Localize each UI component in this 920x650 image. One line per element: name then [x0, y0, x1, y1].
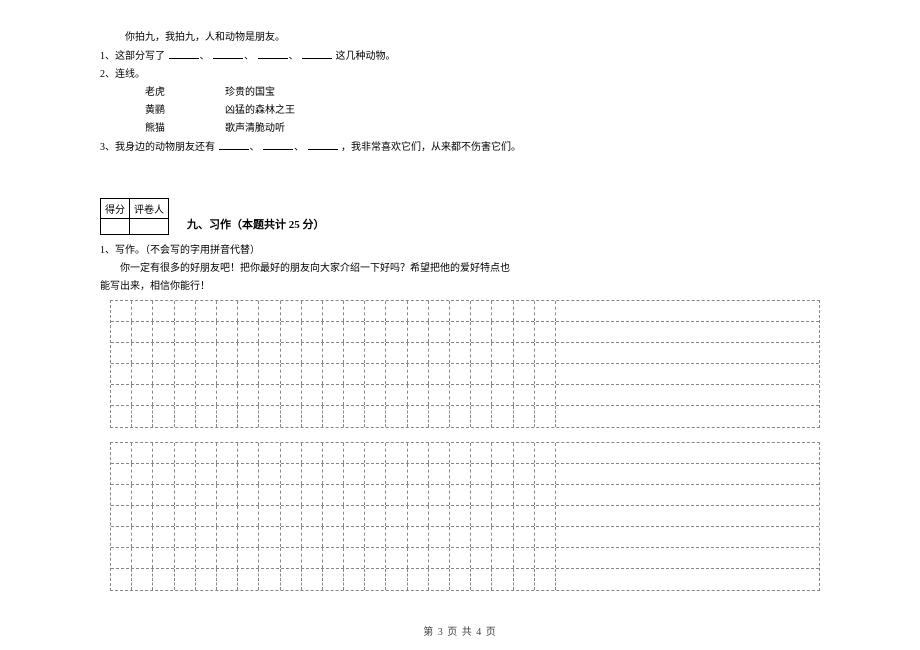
blank[interactable]	[219, 139, 249, 150]
grader-header: 评卷人	[130, 199, 169, 219]
score-header: 得分	[101, 199, 130, 219]
writing-grid-block[interactable]	[110, 300, 820, 428]
match-left: 熊猫	[145, 121, 225, 136]
question-3: 3、我身边的动物朋友还有 、 、 ，我非常喜欢它们，从来都不伤害它们。	[100, 139, 820, 155]
grader-cell[interactable]	[130, 219, 169, 235]
question-1: 1、这部分写了 、 、 、 这几种动物。	[100, 48, 820, 64]
match-left: 黄鹂	[145, 103, 225, 118]
writing-body: 你一定有很多的好朋友吧！把你最好的朋友向大家介绍一下好吗？希望把他的爱好特点也	[100, 261, 820, 276]
section-title: 九、习作（本题共计 25 分）	[187, 216, 325, 235]
score-cell[interactable]	[101, 219, 130, 235]
match-pair: 熊猫 歌声清脆动听	[100, 121, 820, 136]
sep: 、	[244, 51, 254, 62]
writing-grid-area	[110, 300, 820, 591]
match-right: 珍贵的国宝	[225, 85, 275, 100]
q3-suffix: ，我非常喜欢它们，从来都不伤害它们。	[341, 142, 521, 153]
sep: 、	[294, 142, 304, 153]
blank[interactable]	[302, 48, 332, 59]
match-pair: 黄鹂 凶猛的森林之王	[100, 103, 820, 118]
page-number: 第 3 页 共 4 页	[0, 623, 920, 638]
q1-prefix: 1、这部分写了	[100, 51, 165, 62]
score-table: 得分 评卷人	[100, 198, 169, 235]
blank[interactable]	[308, 139, 338, 150]
q3-prefix: 3、我身边的动物朋友还有	[100, 142, 215, 153]
sep: 、	[289, 51, 299, 62]
sep: 、	[200, 51, 210, 62]
match-right: 凶猛的森林之王	[225, 103, 295, 118]
writing-body: 能写出来，相信你能行！	[100, 279, 820, 294]
writing-question: 1、写作。（不会写的字用拼音代替）	[100, 243, 820, 258]
blank[interactable]	[263, 139, 293, 150]
blank[interactable]	[258, 48, 288, 59]
sep: 、	[250, 142, 260, 153]
question-2: 2、连线。	[100, 67, 820, 82]
match-right: 歌声清脆动听	[225, 121, 285, 136]
match-left: 老虎	[145, 85, 225, 100]
q1-suffix: 这几种动物。	[336, 51, 396, 62]
match-pair: 老虎 珍贵的国宝	[100, 85, 820, 100]
blank[interactable]	[169, 48, 199, 59]
poem-line: 你拍九，我拍九，人和动物是朋友。	[100, 30, 820, 45]
writing-grid-block[interactable]	[110, 442, 820, 591]
section-header: 得分 评卷人 九、习作（本题共计 25 分）	[100, 158, 820, 235]
blank[interactable]	[213, 48, 243, 59]
